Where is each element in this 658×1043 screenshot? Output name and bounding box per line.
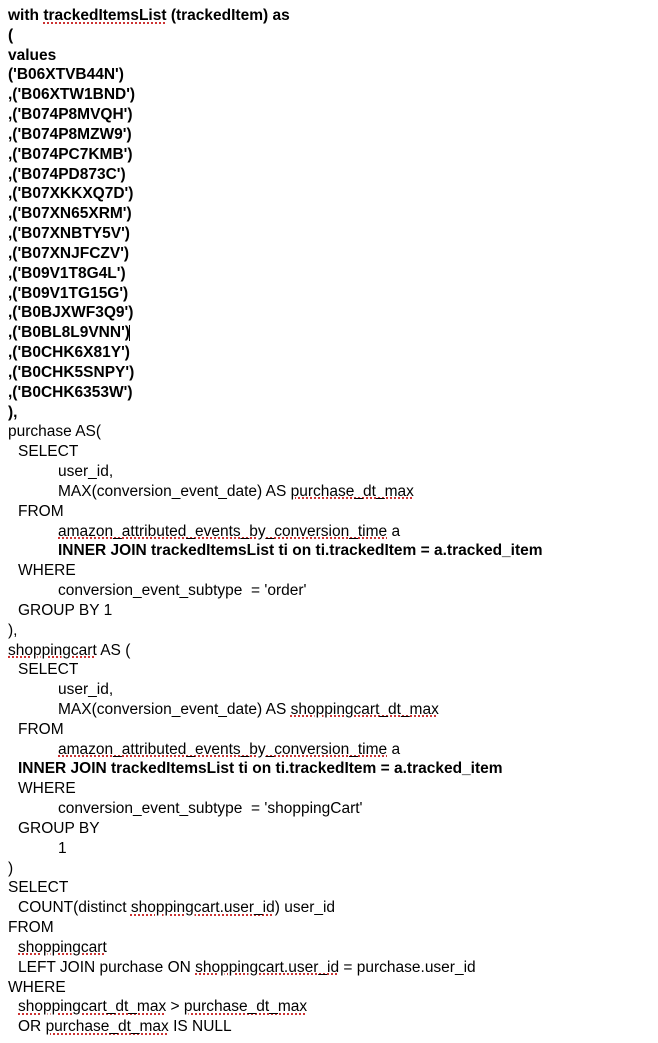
tracked-item-value: ,('B074PC7KMB') bbox=[8, 145, 650, 165]
tracked-item-value: ,('B07XNJFCZV') bbox=[8, 244, 650, 264]
where-keyword: WHERE bbox=[8, 561, 650, 581]
shoppingcart-cte-header: shoppingcart AS ( bbox=[8, 641, 650, 661]
open-paren: ( bbox=[8, 26, 650, 46]
tracked-item-value: ,('B074PD873C') bbox=[8, 165, 650, 185]
tracked-item-value: ,('B074P8MVQH') bbox=[8, 105, 650, 125]
tracked-item-value: ,('B0CHK6353W') bbox=[8, 383, 650, 403]
purchase-cte-header: purchase AS( bbox=[8, 422, 650, 442]
tracked-item-value: ,('B0CHK6X81Y') bbox=[8, 343, 650, 363]
tracked-item-value: ,('B07XKKXQ7D') bbox=[8, 184, 650, 204]
sql-code-block: with trackedItemsList (trackedItem) as (… bbox=[8, 6, 650, 1037]
text-cursor bbox=[129, 325, 131, 341]
final-where-condition-2: OR purchase_dt_max IS NULL bbox=[8, 1017, 650, 1037]
column-user-id: user_id, bbox=[8, 462, 650, 482]
tracked-item-value: ,('B07XNBTY5V') bbox=[8, 224, 650, 244]
tracked-item-value: ,('B0CHK5SNPY') bbox=[8, 363, 650, 383]
tracked-item-value: ,('B074P8MZW9') bbox=[8, 125, 650, 145]
group-by-keyword: GROUP BY bbox=[8, 819, 650, 839]
where-condition-cart: conversion_event_subtype = 'shoppingCart… bbox=[8, 799, 650, 819]
group-by-1: GROUP BY 1 bbox=[8, 601, 650, 621]
tracked-item-value: ,('B07XN65XRM') bbox=[8, 204, 650, 224]
final-from-table: shoppingcart bbox=[8, 938, 650, 958]
tracked-items-list: ('B06XTVB44N'),('B06XTW1BND'),('B074P8MV… bbox=[8, 65, 650, 402]
final-select-keyword: SELECT bbox=[8, 878, 650, 898]
tracked-item-value: ,('B09V1T8G4L') bbox=[8, 264, 650, 284]
column-user-id: user_id, bbox=[8, 680, 650, 700]
table-attributed-events: amazon_attributed_events_by_conversion_t… bbox=[8, 522, 650, 542]
where-condition-order: conversion_event_subtype = 'order' bbox=[8, 581, 650, 601]
final-where-keyword: WHERE bbox=[8, 978, 650, 998]
select-keyword: SELECT bbox=[8, 442, 650, 462]
tracked-item-value: ,('B06XTW1BND') bbox=[8, 85, 650, 105]
column-shoppingcart-max: MAX(conversion_event_date) AS shoppingca… bbox=[8, 700, 650, 720]
select-keyword: SELECT bbox=[8, 660, 650, 680]
close-paren-comma: ), bbox=[8, 403, 650, 423]
final-count-distinct: COUNT(distinct shoppingcart.user_id) use… bbox=[8, 898, 650, 918]
tracked-item-value: ('B06XTVB44N') bbox=[8, 65, 650, 85]
inner-join-purchase: INNER JOIN trackedItemsList ti on ti.tra… bbox=[8, 541, 650, 561]
from-keyword: FROM bbox=[8, 502, 650, 522]
values-keyword: values bbox=[8, 46, 650, 66]
from-keyword: FROM bbox=[8, 720, 650, 740]
final-where-condition-1: shoppingcart_dt_max > purchase_dt_max bbox=[8, 997, 650, 1017]
with-clause-header: with trackedItemsList (trackedItem) as bbox=[8, 6, 650, 26]
column-purchase-max: MAX(conversion_event_date) AS purchase_d… bbox=[8, 482, 650, 502]
group-by-number: 1 bbox=[8, 839, 650, 859]
final-from-keyword: FROM bbox=[8, 918, 650, 938]
tracked-item-value: ,('B0BL8L9VNN') bbox=[8, 323, 650, 343]
where-keyword: WHERE bbox=[8, 779, 650, 799]
left-join-purchase: LEFT JOIN purchase ON shoppingcart.user_… bbox=[8, 958, 650, 978]
tracked-item-value: ,('B09V1TG15G') bbox=[8, 284, 650, 304]
close-paren: ) bbox=[8, 859, 650, 879]
tracked-item-value: ,('B0BJXWF3Q9') bbox=[8, 303, 650, 323]
close-paren-comma: ), bbox=[8, 621, 650, 641]
table-attributed-events: amazon_attributed_events_by_conversion_t… bbox=[8, 740, 650, 760]
inner-join-shoppingcart: INNER JOIN trackedItemsList ti on ti.tra… bbox=[8, 759, 650, 779]
